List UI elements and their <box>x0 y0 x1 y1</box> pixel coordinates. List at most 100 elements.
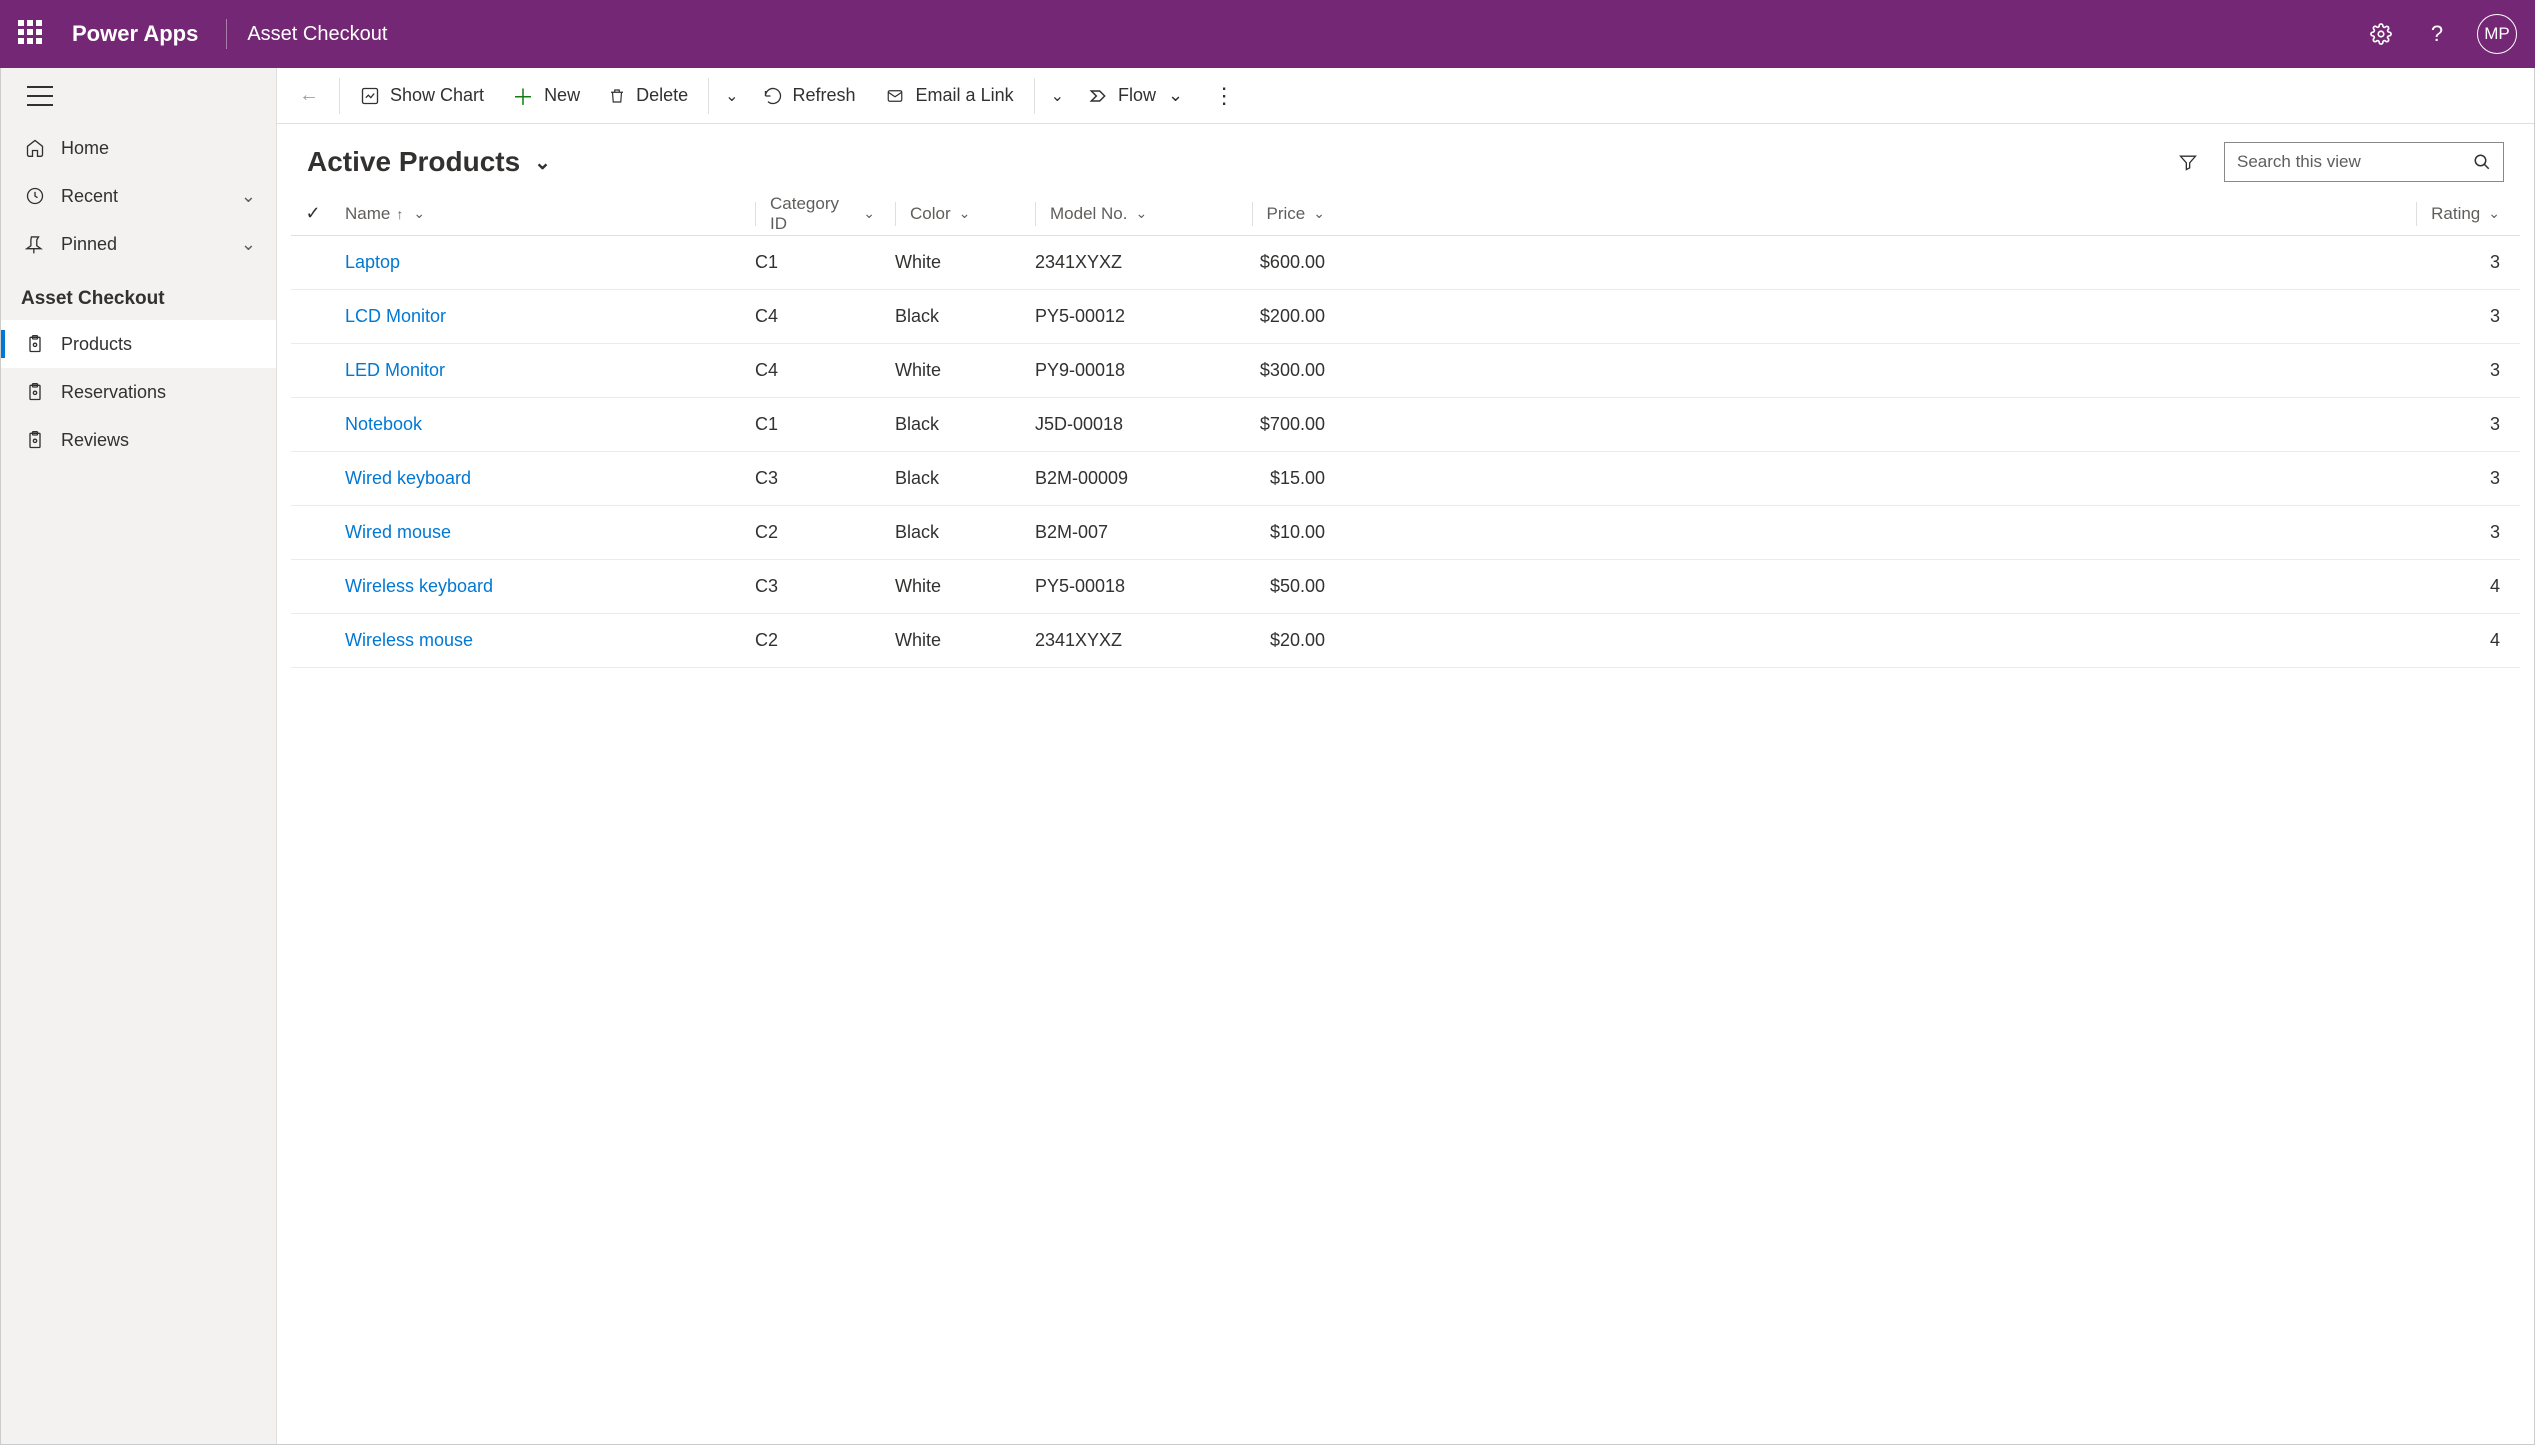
row-color: Black <box>885 522 1025 543</box>
sidebar-item-reservations[interactable]: Reservations <box>1 368 276 416</box>
sidebar-item-recent[interactable]: Recent ⌄ <box>1 172 276 220</box>
row-rating: 3 <box>1335 306 2520 327</box>
column-dropdown[interactable]: ⌄ <box>863 205 875 222</box>
refresh-icon <box>763 86 783 106</box>
brand-label: Power Apps <box>72 21 198 47</box>
hamburger-icon[interactable] <box>27 86 53 106</box>
column-label: Price <box>1267 204 1306 224</box>
avatar-initials: MP <box>2484 24 2510 44</box>
select-all-checkbox[interactable]: ✓ <box>291 203 335 224</box>
row-color: Black <box>885 306 1025 327</box>
sidebar-item-products[interactable]: Products <box>1 320 276 368</box>
refresh-button[interactable]: Refresh <box>749 68 870 123</box>
column-header-rating[interactable]: Rating <box>2431 204 2480 224</box>
clipboard-icon <box>23 334 47 354</box>
main-content: ← Show Chart ＋ New Delete ⌄ <box>277 68 2534 1444</box>
view-title-label: Active Products <box>307 146 520 178</box>
delete-dropdown[interactable]: ⌄ <box>715 86 748 106</box>
chevron-down-icon: ⌄ <box>1168 85 1183 106</box>
column-dropdown[interactable]: ⌄ <box>2488 205 2500 222</box>
column-header-price[interactable]: Price <box>1267 204 1306 224</box>
row-name-link[interactable]: Wireless keyboard <box>345 576 493 597</box>
divider <box>1034 78 1035 114</box>
row-rating: 3 <box>1335 414 2520 435</box>
row-category: C2 <box>745 522 885 543</box>
chevron-down-icon: ⌄ <box>725 88 738 105</box>
new-button[interactable]: ＋ New <box>498 68 594 123</box>
table-row[interactable]: Wireless mouseC2White2341XYXZ$20.004 <box>291 614 2520 668</box>
row-color: Black <box>885 468 1025 489</box>
column-label: Color <box>910 204 951 224</box>
app-header: Power Apps Asset Checkout ? MP <box>0 0 2535 68</box>
sidebar-item-home[interactable]: Home <box>1 124 276 172</box>
row-name-link[interactable]: Notebook <box>345 414 422 435</box>
table-row[interactable]: Wireless keyboardC3WhitePY5-00018$50.004 <box>291 560 2520 614</box>
email-link-button[interactable]: Email a Link <box>870 68 1028 123</box>
flow-button[interactable]: Flow ⌄ <box>1074 68 1197 123</box>
row-name-link[interactable]: Wireless mouse <box>345 630 473 651</box>
row-price: $200.00 <box>1185 306 1335 327</box>
help-button[interactable]: ? <box>2417 14 2457 54</box>
row-name-link[interactable]: Laptop <box>345 252 400 273</box>
table-row[interactable]: LCD MonitorC4BlackPY5-00012$200.003 <box>291 290 2520 344</box>
column-header-color[interactable]: Color <box>910 204 951 224</box>
command-bar: ← Show Chart ＋ New Delete ⌄ <box>277 68 2534 124</box>
back-button[interactable]: ← <box>285 84 333 107</box>
delete-button[interactable]: Delete <box>594 68 702 123</box>
row-name-link[interactable]: LED Monitor <box>345 360 445 381</box>
table-row[interactable]: Wired mouse C2BlackB2M-007$10.003 <box>291 506 2520 560</box>
row-rating: 3 <box>1335 360 2520 381</box>
plus-icon: ＋ <box>512 80 534 112</box>
row-model: PY5-00012 <box>1025 306 1185 327</box>
row-price: $10.00 <box>1185 522 1335 543</box>
trash-icon <box>608 86 626 106</box>
column-header-category[interactable]: Category ID <box>770 194 855 234</box>
row-name-link[interactable]: LCD Monitor <box>345 306 446 327</box>
filter-button[interactable] <box>2168 142 2208 182</box>
grid-header: ✓ Name ↑ ⌄ Category ID ⌄ <box>291 192 2520 236</box>
column-label: Rating <box>2431 204 2480 224</box>
clock-icon <box>23 186 47 206</box>
sidebar-item-label: Recent <box>61 186 118 207</box>
column-dropdown[interactable]: ⌄ <box>959 205 971 222</box>
more-button[interactable]: ⋮ <box>1197 83 1251 109</box>
table-row[interactable]: LED Monitor C4WhitePY9-00018$300.003 <box>291 344 2520 398</box>
sidebar-item-reviews[interactable]: Reviews <box>1 416 276 464</box>
row-category: C4 <box>745 360 885 381</box>
table-row[interactable]: LaptopC1White2341XYXZ$600.003 <box>291 236 2520 290</box>
sidebar-item-label: Reviews <box>61 430 129 451</box>
row-price: $600.00 <box>1185 252 1335 273</box>
column-dropdown[interactable]: ⌄ <box>1135 205 1147 222</box>
user-avatar[interactable]: MP <box>2477 14 2517 54</box>
row-color: White <box>885 360 1025 381</box>
gear-icon <box>2370 23 2392 45</box>
search-box[interactable] <box>2224 142 2504 182</box>
waffle-icon[interactable] <box>18 20 46 48</box>
row-model: B2M-00009 <box>1025 468 1185 489</box>
sidebar-item-label: Products <box>61 334 132 355</box>
row-model: B2M-007 <box>1025 522 1185 543</box>
settings-button[interactable] <box>2361 14 2401 54</box>
row-name-link[interactable]: Wired keyboard <box>345 468 471 489</box>
view-title-dropdown[interactable]: Active Products ⌄ <box>307 146 551 178</box>
command-label: Delete <box>636 85 688 106</box>
email-dropdown[interactable]: ⌄ <box>1041 86 1074 106</box>
sidebar: Home Recent ⌄ Pinned ⌄ Asset Checkout Pr… <box>1 68 277 1444</box>
column-header-name[interactable]: Name ↑ <box>345 204 403 224</box>
row-model: PY9-00018 <box>1025 360 1185 381</box>
column-header-model[interactable]: Model No. <box>1050 204 1127 224</box>
column-dropdown[interactable]: ⌄ <box>1313 205 1325 222</box>
column-dropdown[interactable]: ⌄ <box>413 205 425 222</box>
row-category: C2 <box>745 630 885 651</box>
row-color: Black <box>885 414 1025 435</box>
row-price: $300.00 <box>1185 360 1335 381</box>
show-chart-button[interactable]: Show Chart <box>346 68 498 123</box>
table-row[interactable]: NotebookC1BlackJ5D-00018$700.003 <box>291 398 2520 452</box>
arrow-left-icon: ← <box>299 84 319 107</box>
search-input[interactable] <box>2237 152 2473 172</box>
app-title: Asset Checkout <box>247 23 387 46</box>
row-rating: 3 <box>1335 522 2520 543</box>
table-row[interactable]: Wired keyboardC3BlackB2M-00009$15.003 <box>291 452 2520 506</box>
sidebar-item-pinned[interactable]: Pinned ⌄ <box>1 220 276 268</box>
row-name-link[interactable]: Wired mouse <box>345 522 451 543</box>
